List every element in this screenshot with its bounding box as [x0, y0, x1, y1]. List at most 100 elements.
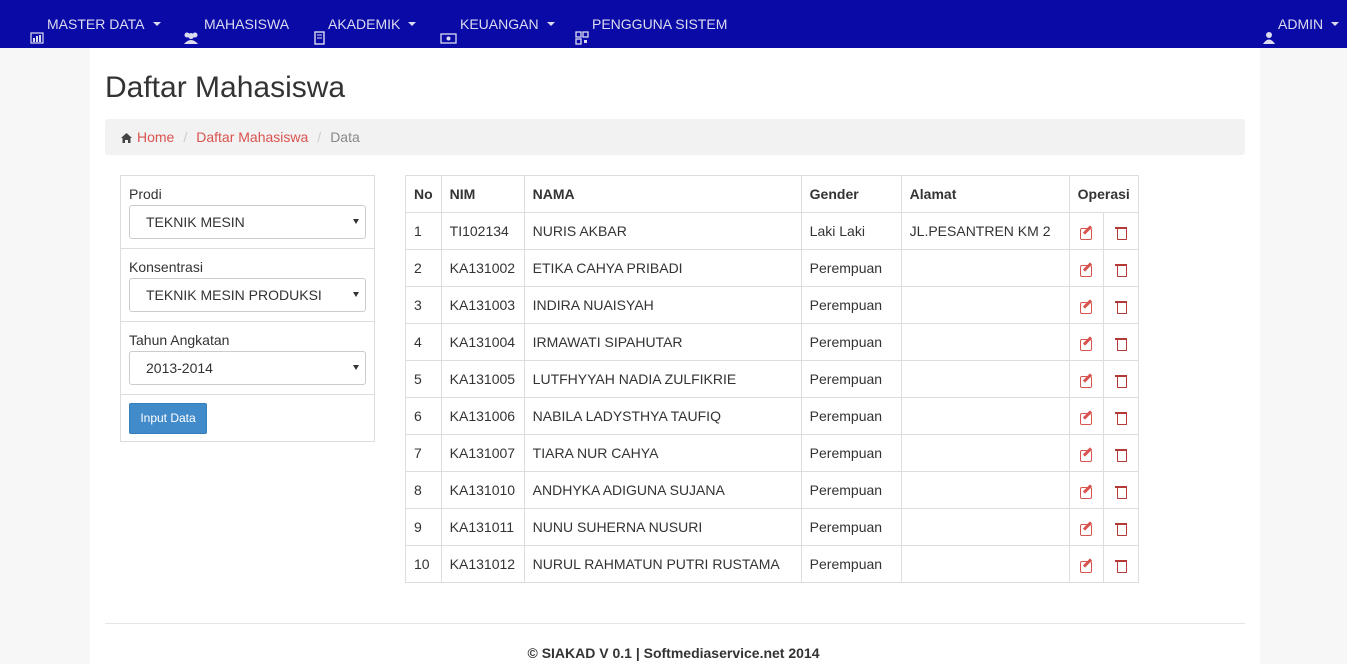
table-row: 2 KA131002 ETIKA CAHYA PRIBADI Perempuan — [405, 249, 1139, 287]
trash-icon[interactable] — [1114, 559, 1128, 573]
cell-alamat — [900, 434, 1070, 472]
breadcrumb-separator: / — [317, 129, 322, 145]
table-row: 4 KA131004 IRMAWATI SIPAHUTAR Perempuan — [405, 323, 1139, 361]
delete-cell — [1103, 397, 1139, 435]
cell-nim: KA131010 — [440, 471, 525, 509]
cell-gender: Perempuan — [800, 434, 902, 472]
breadcrumb-separator: / — [183, 129, 188, 145]
trash-icon[interactable] — [1114, 300, 1128, 314]
select-arrow-icon — [353, 365, 359, 370]
table-row: 3 KA131003 INDIRA NUAISYAH Perempuan — [405, 286, 1139, 324]
header-operasi: Operasi — [1068, 175, 1139, 213]
mahasiswa-table: No NIM NAMA Gender Alamat Operasi 1 TI102… — [405, 175, 1139, 583]
trash-icon[interactable] — [1114, 522, 1128, 536]
edit-icon[interactable] — [1079, 263, 1093, 277]
breadcrumb-current: Data — [330, 129, 360, 145]
edit-icon[interactable] — [1079, 522, 1093, 536]
nav-master-data[interactable]: MASTER DATA — [30, 0, 161, 48]
cell-nama: INDIRA NUAISYAH — [523, 286, 802, 324]
chevron-down-icon — [152, 22, 161, 26]
edit-icon[interactable] — [1079, 300, 1093, 314]
cell-alamat — [900, 545, 1070, 583]
nav-master-data-label: MASTER DATA — [47, 16, 145, 32]
edit-icon[interactable] — [1079, 448, 1093, 462]
tahun-label: Tahun Angkatan — [129, 332, 230, 348]
tahun-select[interactable]: 2013-2014 — [129, 351, 366, 385]
breadcrumb-list-link[interactable]: Daftar Mahasiswa — [196, 129, 308, 145]
table-row: 9 KA131011 NUNU SUHERNA NUSURI Perempuan — [405, 508, 1139, 546]
edit-icon[interactable] — [1079, 226, 1093, 240]
edit-cell — [1068, 249, 1105, 287]
nav-keuangan[interactable]: KEUANGAN — [440, 0, 555, 48]
nav-mahasiswa[interactable]: MAHASISWA — [181, 0, 289, 48]
cell-alamat — [900, 397, 1070, 435]
trash-icon[interactable] — [1114, 337, 1128, 351]
users-icon — [181, 17, 201, 44]
header-alamat: Alamat — [900, 175, 1070, 213]
cell-alamat — [900, 471, 1070, 509]
filter-panel: Prodi TEKNIK MESIN Konsentrasi TEKNIK ME… — [120, 175, 375, 442]
nav-akademik[interactable]: AKADEMIK — [314, 0, 417, 48]
edit-icon[interactable] — [1079, 374, 1093, 388]
cell-gender: Perempuan — [800, 397, 902, 435]
cell-no: 5 — [405, 360, 442, 398]
input-data-button[interactable]: Input Data — [129, 403, 207, 434]
konsentrasi-label: Konsentrasi — [129, 259, 203, 275]
chevron-down-icon — [408, 22, 417, 26]
prodi-select[interactable]: TEKNIK MESIN — [129, 205, 366, 239]
cell-nama: ANDHYKA ADIGUNA SUJANA — [523, 471, 802, 509]
cell-no: 8 — [405, 471, 442, 509]
trash-icon[interactable] — [1114, 485, 1128, 499]
trash-icon[interactable] — [1114, 411, 1128, 425]
home-icon — [120, 131, 133, 143]
delete-cell — [1103, 286, 1139, 324]
chevron-down-icon — [1331, 22, 1340, 26]
cell-nim: KA131012 — [440, 545, 525, 583]
edit-cell — [1068, 471, 1105, 509]
cell-nama: NURUL RAHMATUN PUTRI RUSTAMA — [523, 545, 802, 583]
header-gender: Gender — [800, 175, 902, 213]
delete-cell — [1103, 323, 1139, 361]
cell-alamat — [900, 249, 1070, 287]
nav-admin-user[interactable]: ADMIN — [1263, 0, 1340, 48]
cell-no: 10 — [405, 545, 442, 583]
cell-nama: LUTFHYYAH NADIA ZULFIKRIE — [523, 360, 802, 398]
edit-icon[interactable] — [1079, 559, 1093, 573]
breadcrumb-home-link[interactable]: Home — [137, 129, 174, 145]
edit-icon[interactable] — [1079, 411, 1093, 425]
cell-nim: KA131007 — [440, 434, 525, 472]
cell-gender: Perempuan — [800, 471, 902, 509]
cell-nim: KA131003 — [440, 286, 525, 324]
cell-nim: KA131006 — [440, 397, 525, 435]
table-row: 7 KA131007 TIARA NUR CAHYA Perempuan — [405, 434, 1139, 472]
trash-icon[interactable] — [1114, 263, 1128, 277]
cell-nama: NABILA LADYSTHYA TAUFIQ — [523, 397, 802, 435]
chevron-down-icon — [546, 22, 555, 26]
table-row: 1 TI102134 NURIS AKBAR Laki Laki JL.PESANTRE… — [405, 212, 1139, 250]
edit-icon[interactable] — [1079, 485, 1093, 499]
trash-icon[interactable] — [1114, 226, 1128, 240]
trash-icon[interactable] — [1114, 374, 1128, 388]
top-navbar: MASTER DATA MAHASISWA AKADEMIK KEUANGAN … — [0, 0, 1347, 48]
tahun-select-value: 2013-2014 — [146, 360, 213, 376]
cell-nim: KA131002 — [440, 249, 525, 287]
footer-text: © SIAKAD V 0.1 | Softmediaservice.net 20… — [527, 645, 820, 661]
delete-cell — [1103, 249, 1139, 287]
edit-cell — [1068, 397, 1105, 435]
edit-cell — [1068, 508, 1105, 546]
cell-nim: TI102134 — [440, 212, 525, 250]
nav-pengguna-sistem[interactable]: PENGGUNA SISTEM — [575, 0, 727, 48]
cell-nim: KA131004 — [440, 323, 525, 361]
trash-icon[interactable] — [1114, 448, 1128, 462]
delete-cell — [1103, 471, 1139, 509]
footer-divider — [105, 623, 1245, 624]
filter-group-prodi: Prodi TEKNIK MESIN — [121, 176, 374, 249]
page-title: Daftar Mahasiswa — [105, 71, 346, 104]
delete-cell — [1103, 434, 1139, 472]
header-nim: NIM — [440, 175, 525, 213]
konsentrasi-select[interactable]: TEKNIK MESIN PRODUKSI — [129, 278, 366, 312]
user-icon — [1263, 17, 1275, 44]
delete-cell — [1103, 508, 1139, 546]
edit-icon[interactable] — [1079, 337, 1093, 351]
nav-admin-label: ADMIN — [1278, 16, 1324, 32]
